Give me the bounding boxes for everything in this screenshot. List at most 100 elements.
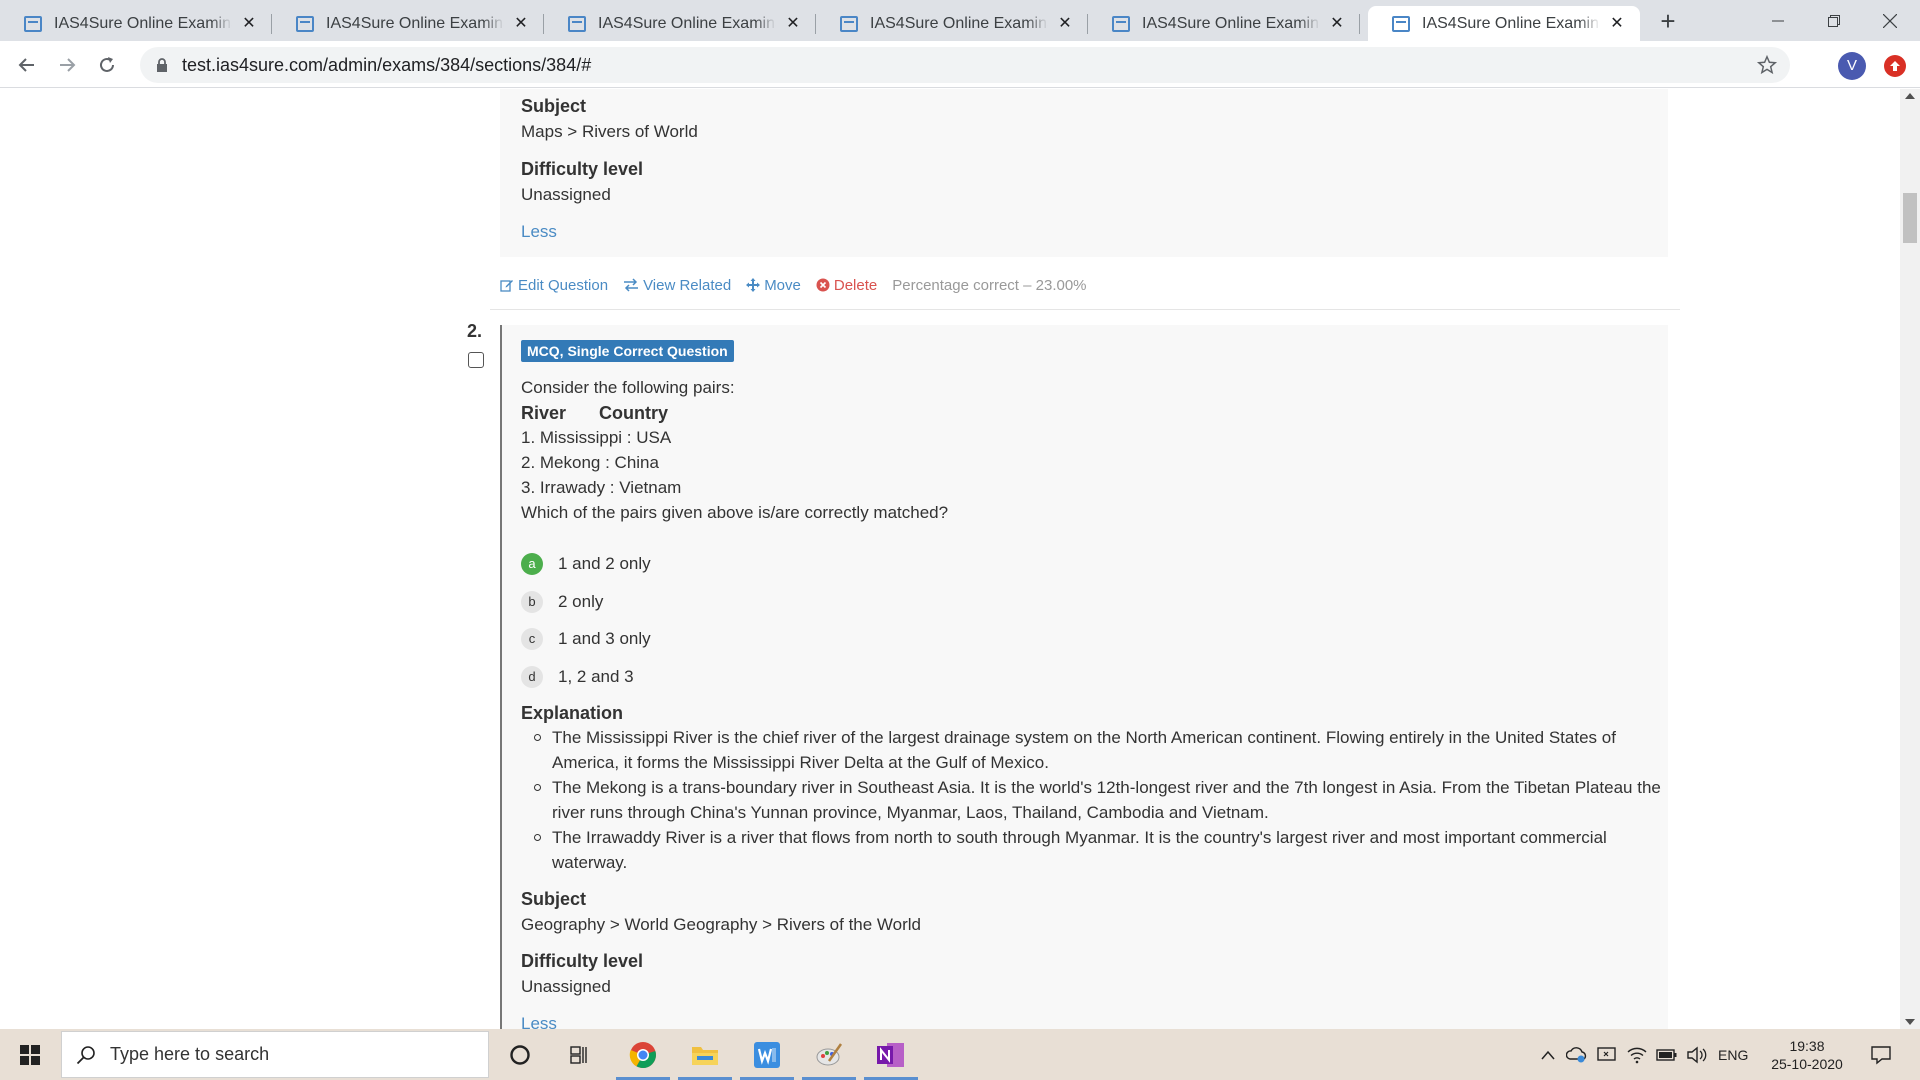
explanation-list: The Mississippi River is the chief river… <box>521 725 1661 875</box>
option-c[interactable]: c 1 and 3 only <box>521 627 651 651</box>
tab-title: IAS4Sure Online Examination <box>326 14 504 32</box>
tab-title: IAS4Sure Online Examination <box>598 14 776 32</box>
back-arrow-icon <box>18 58 34 72</box>
close-tab-icon[interactable]: ✕ <box>510 13 532 35</box>
chevron-up-icon[interactable] <box>1540 1049 1556 1061</box>
pair-3: 3. Irrawady : Vietnam <box>521 478 682 497</box>
battery-icon[interactable] <box>1656 1048 1678 1062</box>
option-letter-badge: a <box>521 553 543 575</box>
file-explorer-taskbar-button[interactable] <box>676 1029 734 1080</box>
search-placeholder: Type here to search <box>110 1044 270 1064</box>
browser-tab-4[interactable]: IAS4Sure Online Examination ✕ <box>816 6 1088 41</box>
close-tab-icon[interactable]: ✕ <box>238 13 260 35</box>
tab-strip: IAS4Sure Online Examination ✕ IAS4Sure O… <box>0 0 1920 41</box>
move-icon <box>746 278 761 292</box>
browser-tab-6-active[interactable]: IAS4Sure Online Examination ✕ <box>1368 6 1640 41</box>
close-tab-icon[interactable]: ✕ <box>1326 13 1348 35</box>
close-tab-icon[interactable]: ✕ <box>1606 13 1628 35</box>
address-bar[interactable]: test.ias4sure.com/admin/exams/384/sectio… <box>140 47 1790 83</box>
question-1-card <box>500 89 1668 257</box>
q2-less-link[interactable]: Less <box>521 1014 557 1029</box>
move-link[interactable]: Move <box>746 277 801 294</box>
scrollbar-thumb[interactable] <box>1903 193 1917 243</box>
pair-1: 1. Mississippi : USA <box>521 428 672 447</box>
page-content: Subject Maps > Rivers of World Difficult… <box>0 89 1900 1029</box>
question-number: 2. <box>467 321 483 341</box>
option-d[interactable]: d 1, 2 and 3 <box>521 665 634 689</box>
scroll-up-arrow-icon[interactable] <box>1905 93 1915 99</box>
paint-palette-icon <box>816 1042 843 1065</box>
taskbar-clock[interactable]: 19:38 25-10-2020 <box>1762 1037 1852 1073</box>
page-icon <box>1392 15 1410 32</box>
windows-taskbar: Type here to search ENG 19:38 25-10-2020 <box>0 1029 1920 1080</box>
option-b[interactable]: b 2 only <box>521 590 603 614</box>
q1-subject-label: Subject <box>521 96 587 116</box>
paint-app-taskbar-button[interactable] <box>800 1029 858 1080</box>
clock-date: 25-10-2020 <box>1771 1056 1843 1072</box>
tab-title: IAS4Sure Online Examination <box>870 14 1048 32</box>
question-type-badge: MCQ, Single Correct Question <box>521 340 734 362</box>
browser-tab-1[interactable]: IAS4Sure Online Examination ✕ <box>0 6 272 41</box>
q1-difficulty-label: Difficulty level <box>521 159 644 179</box>
back-button[interactable] <box>10 48 44 82</box>
browser-tab-3[interactable]: IAS4Sure Online Examination ✕ <box>544 6 816 41</box>
volume-icon[interactable] <box>1686 1046 1708 1064</box>
edit-question-link[interactable]: Edit Question <box>500 277 608 294</box>
browser-tab-5[interactable]: IAS4Sure Online Examination ✕ <box>1088 6 1360 41</box>
page-icon <box>1112 15 1130 32</box>
q2-difficulty-value: Unassigned <box>521 977 611 996</box>
scroll-down-arrow-icon[interactable] <box>1905 1019 1915 1025</box>
close-window-button[interactable] <box>1862 0 1918 41</box>
minimize-button[interactable] <box>1750 0 1806 41</box>
system-tray: ENG <box>1540 1029 1748 1080</box>
word-app-taskbar-button[interactable] <box>738 1029 796 1080</box>
bookmark-star-icon[interactable] <box>1756 54 1778 76</box>
question-prompt: Which of the pairs given above is/are co… <box>521 503 949 522</box>
page-scrollbar[interactable] <box>1900 89 1920 1029</box>
onedrive-sync-icon[interactable] <box>1566 1046 1588 1064</box>
wifi-icon[interactable] <box>1626 1046 1648 1064</box>
onenote-taskbar-button[interactable] <box>862 1029 920 1080</box>
lock-icon[interactable] <box>152 55 172 75</box>
taskbar-search-box[interactable]: Type here to search <box>61 1031 489 1078</box>
new-tab-button[interactable]: + <box>1652 7 1684 37</box>
question-select-checkbox[interactable] <box>468 352 484 368</box>
extension-icon[interactable] <box>1884 55 1906 77</box>
option-a[interactable]: a 1 and 2 only <box>521 552 651 576</box>
task-view-button[interactable] <box>551 1029 609 1080</box>
notification-icon <box>1871 1045 1891 1064</box>
close-tab-icon[interactable]: ✕ <box>1054 13 1076 35</box>
option-letter-badge: b <box>521 591 543 613</box>
close-tab-icon[interactable]: ✕ <box>782 13 804 35</box>
explanation-label: Explanation <box>521 703 624 723</box>
forward-button[interactable] <box>50 48 84 82</box>
url-text[interactable]: test.ias4sure.com/admin/exams/384/sectio… <box>182 55 591 76</box>
start-button[interactable] <box>0 1029 60 1080</box>
chrome-icon <box>629 1041 656 1068</box>
option-text: 1 and 2 only <box>558 554 651 573</box>
chrome-taskbar-button[interactable] <box>614 1029 672 1080</box>
option-text: 2 only <box>558 592 604 611</box>
display-settings-icon[interactable] <box>1596 1046 1618 1064</box>
cortana-circle-icon <box>510 1044 530 1065</box>
reload-button[interactable] <box>90 48 124 82</box>
folder-icon <box>692 1046 718 1065</box>
w-app-icon <box>754 1041 780 1068</box>
view-related-link[interactable]: View Related <box>623 277 731 294</box>
q1-difficulty-value: Unassigned <box>521 185 611 204</box>
profile-avatar[interactable]: V <box>1838 52 1866 80</box>
exchange-icon <box>624 278 639 292</box>
notifications-button[interactable] <box>1852 1029 1910 1080</box>
delete-link[interactable]: Delete <box>816 277 877 294</box>
q1-subject-value: Maps > Rivers of World <box>521 122 698 141</box>
q1-less-link[interactable]: Less <box>521 222 557 242</box>
windows-logo-icon <box>20 1044 40 1065</box>
browser-tab-2[interactable]: IAS4Sure Online Examination ✕ <box>272 6 544 41</box>
input-language[interactable]: ENG <box>1718 1047 1748 1063</box>
question-divider <box>490 309 1680 310</box>
option-letter-badge: c <box>521 628 543 650</box>
page-icon <box>296 15 314 32</box>
forward-arrow-icon <box>60 58 76 72</box>
cortana-button[interactable] <box>491 1029 549 1080</box>
restore-button[interactable] <box>1806 0 1862 41</box>
